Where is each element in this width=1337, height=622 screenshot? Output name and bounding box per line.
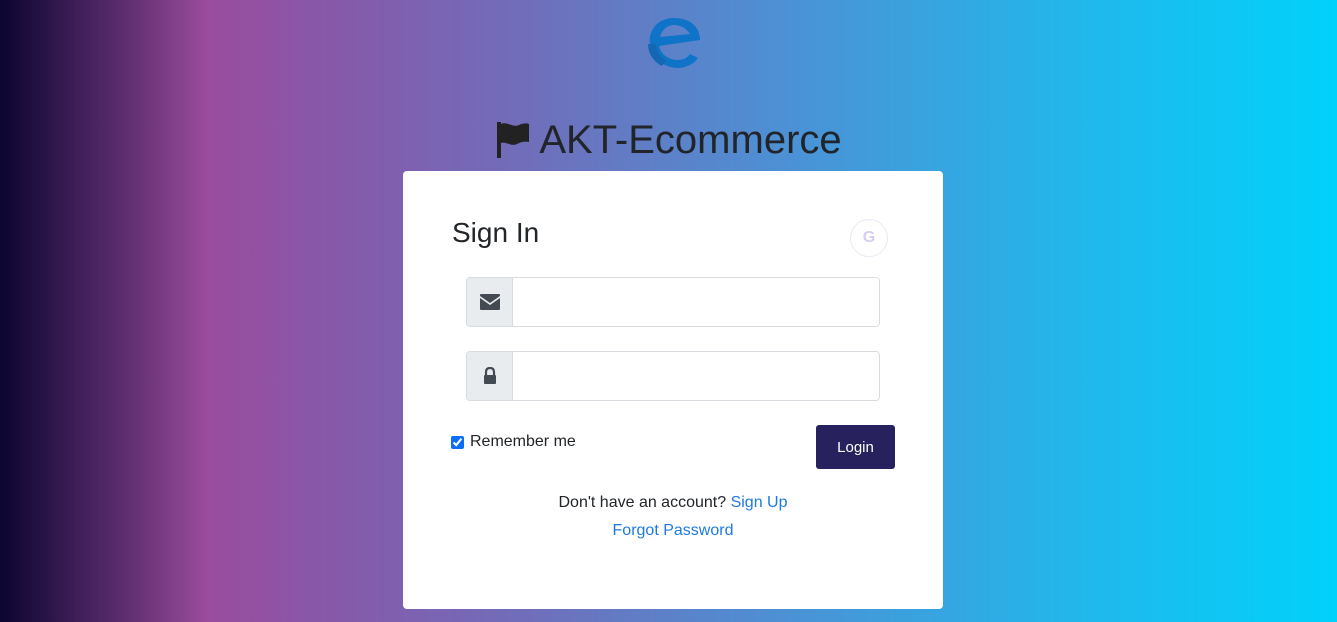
email-field[interactable]: [513, 278, 879, 326]
forgot-password-link[interactable]: Forgot Password: [613, 522, 734, 539]
e-logo-icon: [648, 18, 700, 68]
remember-label: Remember me: [470, 433, 576, 450]
login-button[interactable]: Login: [816, 425, 895, 469]
google-icon: G: [862, 229, 876, 246]
signup-link[interactable]: Sign Up: [731, 494, 788, 511]
google-signin-button[interactable]: G: [850, 219, 888, 257]
forgot-password-row: Forgot Password: [403, 522, 943, 540]
password-addon: [467, 352, 513, 400]
lock-icon: [483, 367, 496, 384]
signin-card: Sign In G Remember me Login Don't have a…: [403, 171, 943, 609]
flag-icon: [497, 122, 530, 158]
no-account-text: Don't have an account?: [558, 494, 727, 511]
signup-prompt: Don't have an account? Sign Up: [403, 494, 943, 512]
envelope-icon: [479, 294, 500, 310]
signin-title: Sign In: [452, 217, 540, 248]
password-field[interactable]: [513, 352, 879, 400]
password-input-group: [466, 351, 880, 401]
email-input-group: [466, 277, 880, 327]
brand-title: AKT-Ecommerce: [539, 118, 842, 162]
remember-checkbox[interactable]: [451, 435, 464, 449]
brand-header: AKT-Ecommerce: [0, 114, 1337, 166]
remember-me[interactable]: Remember me: [451, 433, 576, 451]
email-addon: [467, 278, 513, 326]
